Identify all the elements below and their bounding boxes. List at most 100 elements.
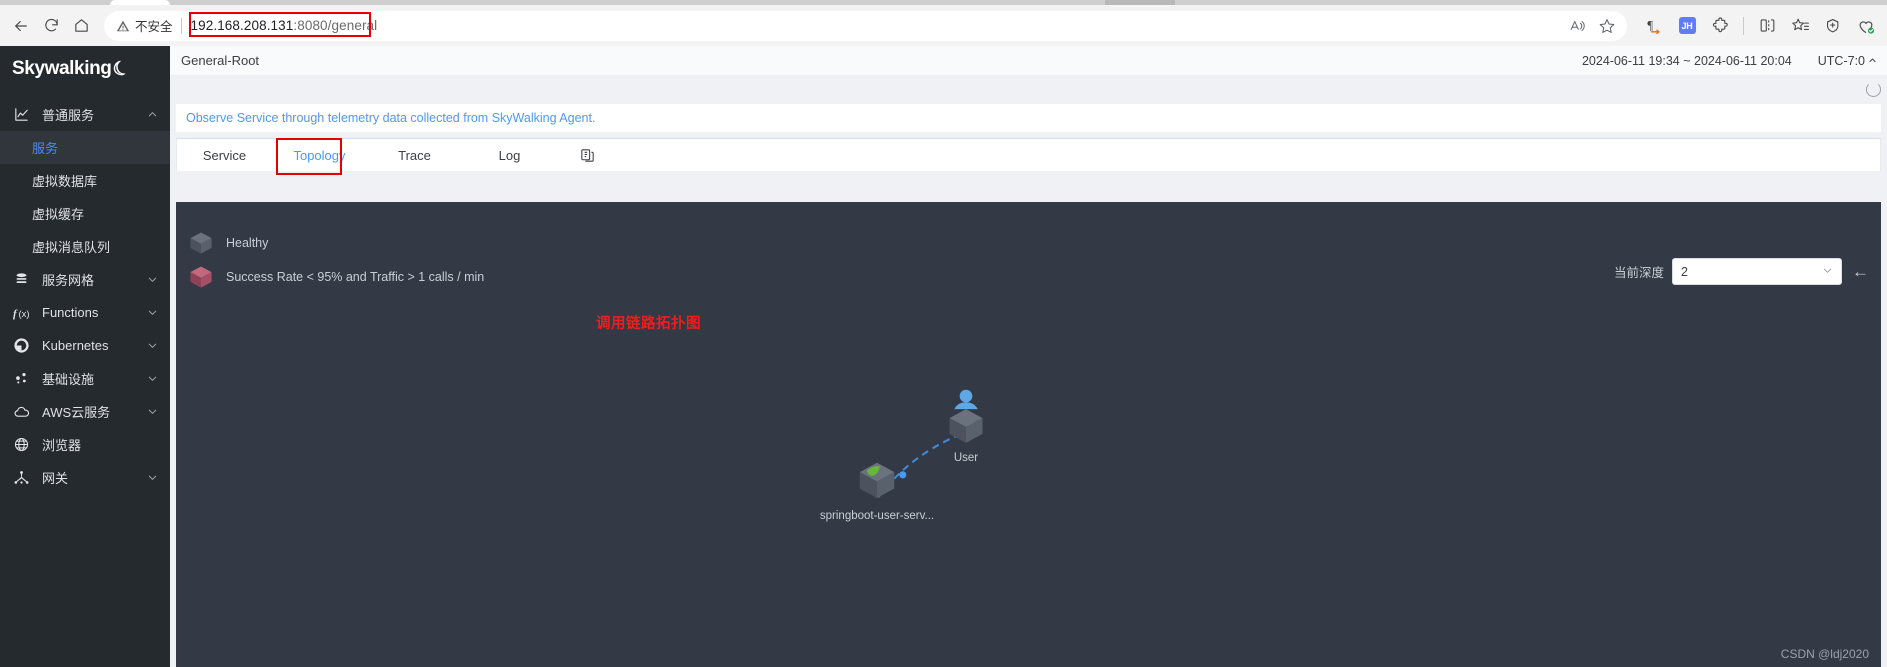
toolbar-extensions: ¶ JH [1633, 11, 1881, 41]
home-icon[interactable] [66, 11, 96, 41]
tab-label: Service [202, 147, 247, 163]
copy-icon[interactable] [557, 139, 617, 171]
cube-icon-service [859, 462, 895, 498]
skywalking-logo[interactable]: Skywalking ☾ [0, 46, 170, 92]
chevron-down-icon[interactable] [146, 340, 158, 351]
sidebar-subitem-label: 服务 [32, 141, 59, 156]
url-text: 192.168.208.131:8080/general [191, 18, 378, 33]
omnibox-actions [1563, 12, 1621, 40]
sidebar-subitem-label: 虚拟消息队列 [32, 240, 111, 255]
tab-label: Log [498, 147, 521, 163]
sidebar-subitem-virtual-cache[interactable]: 虚拟缓存 [0, 197, 170, 230]
sidebar-item-label: 基础设施 [42, 372, 95, 387]
topology-graph[interactable] [176, 202, 1881, 667]
sidebar: Skywalking ☾ 普通服务 服务 虚拟数据库 虚拟缓存 虚拟消息队列 服… [0, 46, 170, 667]
back-icon[interactable] [6, 11, 36, 41]
collections-icon[interactable] [1785, 11, 1815, 41]
sidebar-item-label: 网关 [42, 471, 69, 486]
sidebar-item-label: 浏览器 [42, 438, 82, 453]
refresh-spinner-icon[interactable] [1866, 82, 1881, 97]
tab-trace[interactable]: Trace [367, 139, 462, 171]
sidebar-item-gateway[interactable]: 网关 [0, 461, 170, 494]
mesh-icon [13, 271, 35, 288]
chevron-up-icon[interactable] [146, 109, 158, 120]
url-path: :8080/general [293, 18, 378, 33]
chevron-down-icon[interactable] [146, 472, 158, 483]
extensions-puzzle-icon[interactable] [1705, 11, 1735, 41]
sidebar-item-label: Kubernetes [42, 338, 109, 353]
description-banner: Observe Service through telemetry data c… [176, 104, 1881, 132]
sidebar-item-general-service[interactable]: 普通服务 [0, 98, 170, 131]
cloud-icon [13, 403, 35, 421]
function-icon: f (x) [13, 305, 35, 321]
sidebar-subitem-label: 虚拟缓存 [32, 207, 85, 222]
security-label: 不安全 [135, 20, 173, 34]
main-area: General-Root 2024-06-11 19:34 ~ 2024-06-… [170, 46, 1887, 667]
tab-bar: Service Topology Trace Log [176, 138, 1881, 175]
node-label: User [953, 452, 979, 464]
sidebar-item-functions[interactable]: f (x) Functions [0, 296, 170, 329]
toolbar-divider [1743, 16, 1744, 35]
omnibox-divider [180, 17, 182, 34]
security-chip[interactable]: 不安全 [116, 16, 173, 35]
sidebar-item-label: 普通服务 [42, 108, 95, 123]
timezone-selector[interactable]: UTC-7:0 [1818, 54, 1877, 68]
page-title: General-Root [181, 53, 260, 68]
favorite-star-icon[interactable] [1593, 12, 1621, 40]
chevron-down-icon[interactable] [146, 406, 158, 417]
tab-topology[interactable]: Topology [272, 138, 367, 175]
jh-extension-icon[interactable]: JH [1672, 11, 1702, 41]
sidebar-item-infrastructure[interactable]: 基础设施 [0, 362, 170, 395]
immersive-reader-icon[interactable]: ¶ [1639, 11, 1669, 41]
browser-essentials-icon[interactable] [1851, 11, 1881, 41]
watermark: CSDN @ldj2020 [1780, 647, 1869, 661]
chevron-up-icon [1869, 58, 1876, 63]
sidebar-item-aws-cloud[interactable]: AWS云服务 [0, 395, 170, 428]
tab-label: Trace [398, 147, 431, 163]
toolstrip [170, 76, 1887, 104]
topology-canvas[interactable]: Healthy Success Rate < 95% and Traffic >… [176, 202, 1881, 667]
sidebar-item-browser[interactable]: 浏览器 [0, 428, 170, 461]
reload-icon[interactable] [36, 11, 66, 41]
sidebar-item-service-mesh[interactable]: 服务网格 [0, 263, 170, 296]
kubernetes-icon [13, 337, 35, 354]
svg-text:(x): (x) [19, 307, 30, 318]
main-header: General-Root 2024-06-11 19:34 ~ 2024-06-… [170, 46, 1887, 76]
chevron-down-icon[interactable] [146, 373, 158, 384]
sidebar-menu: 普通服务 服务 虚拟数据库 虚拟缓存 虚拟消息队列 服务网格 f (x) Fun… [0, 92, 170, 494]
sidebar-subitem-service[interactable]: 服务 [0, 131, 170, 164]
omnibox[interactable]: 不安全 192.168.208.131:8080/general [104, 10, 1627, 41]
sidebar-subitem-label: 虚拟数据库 [32, 174, 98, 189]
browser-window: 不安全 192.168.208.131:8080/general ¶ JH Sk… [0, 0, 1887, 667]
url-host: 192.168.208.131 [190, 18, 294, 33]
sidebar-item-label: 服务网格 [42, 273, 95, 288]
browser-toolbar: 不安全 192.168.208.131:8080/general ¶ JH [0, 5, 1887, 46]
sidebar-item-label: Functions [42, 305, 99, 320]
node-user[interactable]: User [906, 387, 1026, 464]
brand-text: Skywalking [12, 58, 112, 79]
globe-icon [13, 436, 35, 453]
tab-service[interactable]: Service [177, 139, 272, 171]
read-aloud-icon[interactable] [1563, 12, 1591, 40]
sidebar-subitem-virtual-database[interactable]: 虚拟数据库 [0, 164, 170, 197]
chevron-down-icon[interactable] [146, 307, 158, 318]
split-screen-icon[interactable] [1752, 11, 1782, 41]
url-field[interactable]: 192.168.208.131:8080/general [188, 11, 1563, 41]
user-node-icon [949, 389, 983, 443]
svg-text:¶: ¶ [1647, 18, 1653, 32]
chevron-down-icon[interactable] [146, 274, 158, 285]
node-label: springboot-user-serv... [819, 510, 935, 522]
add-tab-group-icon[interactable] [1818, 11, 1848, 41]
tab-log[interactable]: Log [462, 139, 557, 171]
timezone-label: UTC-7:0 [1817, 53, 1865, 68]
node-springboot-user-service[interactable]: springboot-user-serv... [807, 457, 947, 522]
banner-text: Observe Service through telemetry data c… [186, 111, 596, 125]
sidebar-item-kubernetes[interactable]: Kubernetes [0, 329, 170, 362]
tab-label: Topology [293, 147, 346, 163]
sidebar-subitem-virtual-mq[interactable]: 虚拟消息队列 [0, 230, 170, 263]
jh-badge-label: JH [1678, 17, 1696, 34]
sidebar-item-label: AWS云服务 [42, 405, 111, 420]
page-content: Skywalking ☾ 普通服务 服务 虚拟数据库 虚拟缓存 虚拟消息队列 服… [0, 46, 1887, 667]
time-range-picker[interactable]: 2024-06-11 19:34 ~ 2024-06-11 20:04 [1582, 54, 1792, 68]
header-right: 2024-06-11 19:34 ~ 2024-06-11 20:04 UTC-… [1582, 54, 1877, 68]
